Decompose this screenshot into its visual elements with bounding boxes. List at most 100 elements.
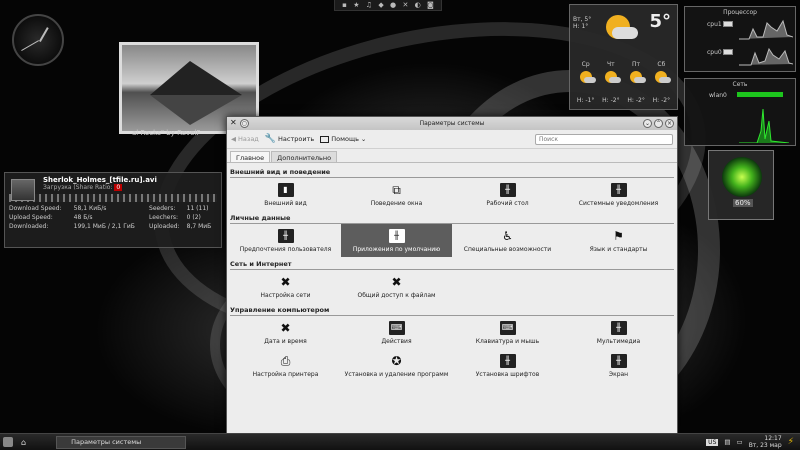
- wheelchair-icon: ♿: [502, 228, 513, 243]
- stat-value: 199,1 МиБ / 2,1 ГиБ: [73, 223, 135, 230]
- sliders-icon: ╫: [610, 182, 627, 197]
- settings-item-notifications[interactable]: ╫ Системные уведомления: [563, 178, 674, 211]
- help-label: Помощь: [331, 135, 359, 143]
- settings-item-multimedia[interactable]: ╫ Мультимедиа: [563, 316, 674, 349]
- settings-item-window-behavior[interactable]: ⧉ Поведение окна: [341, 178, 452, 211]
- settings-item-user-preferences[interactable]: ╫ Предпочтения пользователя: [230, 224, 341, 257]
- window-title: Параметры системы: [419, 120, 485, 127]
- top-panel[interactable]: ▪ ★ ♫ ◆ ● ✕ ◐ ◙: [334, 0, 442, 11]
- settings-item-install-software[interactable]: ✪ Установка и удаление программ: [341, 349, 452, 382]
- settings-item-printer[interactable]: ⎙ Настройка принтера: [230, 349, 341, 382]
- volume-knob[interactable]: [722, 157, 762, 197]
- torrent-status: Загрузка (Share Ratio: 0: [43, 184, 217, 191]
- stat-value: 8,7 МиБ: [186, 223, 212, 230]
- settings-item-label: Общий доступ к файлам: [357, 291, 436, 299]
- panel-icon[interactable]: ●: [390, 1, 396, 9]
- settings-item-label: Установка и удаление программ: [344, 370, 449, 378]
- tab-advanced[interactable]: Дополнительно: [271, 151, 338, 162]
- titlebar-left-buttons: ✕ ○: [230, 119, 249, 128]
- system-tray: US ▤ ▭ 12:17 Вт, 23 мар ⚡: [706, 435, 794, 449]
- forecast-days: Ср Чт Пт Сб: [573, 61, 674, 68]
- forecast-day: Сб: [657, 61, 666, 68]
- settings-item-desktop[interactable]: ╫ Рабочий стол: [452, 178, 563, 211]
- window-titlebar[interactable]: ✕ ○ Параметры системы ⌄ ⌃ ×: [227, 117, 677, 130]
- settings-item-label: Установка шрифтов: [475, 370, 540, 378]
- printer-icon: ⎙: [280, 353, 291, 368]
- close-button[interactable]: ×: [665, 119, 674, 128]
- keyboard-layout-indicator[interactable]: US: [706, 438, 719, 446]
- desktop-icon[interactable]: ⌂: [21, 438, 26, 447]
- sliders-icon: ╫: [610, 353, 627, 368]
- power-icon[interactable]: ⚡: [788, 437, 794, 447]
- stat-value: 0 (2): [186, 214, 201, 221]
- network-title: Сеть: [732, 81, 748, 88]
- stat-label: Seeders:: [149, 205, 176, 212]
- panel-icon[interactable]: ♫: [366, 1, 372, 9]
- partly-cloudy-icon: [604, 71, 621, 83]
- clock-date: Вт, 23 мар: [748, 442, 782, 449]
- settings-item-locale[interactable]: ⚑ Язык и стандарты: [563, 224, 674, 257]
- clock-hour-hand: [39, 27, 49, 42]
- settings-item-accessibility[interactable]: ♿ Специальные возможности: [452, 224, 563, 257]
- settings-item-keyboard-mouse[interactable]: ⌨ Клавиатура и мышь: [452, 316, 563, 349]
- taskbar-task[interactable]: Параметры системы: [56, 435, 187, 449]
- settings-item-network[interactable]: ✖ Настройка сети: [230, 270, 341, 303]
- panel-icon[interactable]: ◆: [378, 1, 383, 9]
- back-label: Назад: [238, 135, 259, 143]
- partly-cloudy-icon: [579, 71, 596, 83]
- section-grid: ✖ Настройка сети ✖ Общий доступ к файлам: [230, 270, 674, 303]
- window-menu-icon[interactable]: ○: [239, 119, 249, 128]
- settings-item-default-apps[interactable]: ╫ Приложения по умолчанию: [341, 224, 452, 257]
- volume-widget[interactable]: 60%: [708, 150, 774, 220]
- settings-item-file-sharing[interactable]: ✖ Общий доступ к файлам: [341, 270, 452, 303]
- settings-item-display[interactable]: ╫ Экран: [563, 349, 674, 382]
- star-icon: ✪: [391, 353, 402, 368]
- panel-icon[interactable]: ▪: [342, 1, 347, 9]
- cpu-graph: [739, 47, 793, 66]
- digital-clock[interactable]: 12:17 Вт, 23 мар: [749, 435, 782, 449]
- settings-item-fonts[interactable]: ╫ Установка шрифтов: [452, 349, 563, 382]
- settings-item-label: Мультимедиа: [596, 337, 641, 345]
- system-settings-window: ✕ ○ Параметры системы ⌄ ⌃ × ◀ Назад 🔧 На…: [226, 116, 678, 434]
- settings-item-actions[interactable]: ⌨ Действия: [341, 316, 452, 349]
- forecast-temp: H: -2°: [627, 97, 645, 104]
- panel-icon[interactable]: ✕: [402, 1, 408, 9]
- sliders-icon: ╫: [499, 353, 516, 368]
- clock-minute-hand: [21, 40, 39, 51]
- settings-item-label: Действия: [381, 337, 412, 345]
- panel-icon[interactable]: ★: [353, 1, 359, 9]
- start-menu-button[interactable]: [3, 437, 13, 447]
- partly-cloudy-icon: [630, 71, 647, 83]
- panel-icon[interactable]: ◐: [415, 1, 421, 9]
- settings-item-appearance[interactable]: ▮ Внешний вид: [230, 178, 341, 211]
- tab-general[interactable]: Главное: [230, 151, 271, 162]
- settings-item-label: Настройка сети: [260, 291, 311, 299]
- forecast-temp: H: -2°: [602, 97, 620, 104]
- configure-button[interactable]: 🔧 Настроить: [265, 134, 314, 144]
- panel-icon[interactable]: ◙: [427, 1, 434, 9]
- network-iface: wlan0: [709, 92, 727, 99]
- settings-item-label: Приложения по умолчанию: [352, 245, 441, 253]
- settings-item-label: Внешний вид: [264, 199, 307, 207]
- search-input[interactable]: [535, 133, 673, 145]
- settings-item-date-time[interactable]: ✖ Дата и время: [230, 316, 341, 349]
- settings-item-label: Дата и время: [264, 337, 307, 345]
- torrent-stat-row: Download Speed: 58,1 КиБ/s Seeders: 11 (…: [9, 204, 217, 213]
- photo-caption: al Rocks" by RevelF: [132, 129, 201, 137]
- help-button[interactable]: Помощь ⌄: [320, 135, 366, 143]
- clipboard-icon[interactable]: ▭: [737, 438, 743, 446]
- flag-icon: ⚑: [613, 228, 624, 243]
- back-button[interactable]: ◀ Назад: [231, 135, 259, 143]
- maximize-button[interactable]: ⌃: [654, 119, 663, 128]
- keyboard-icon: ⌨: [499, 320, 516, 335]
- chevron-down-icon: ⌄: [360, 135, 367, 143]
- weather-temp: 5°: [649, 11, 671, 32]
- stat-label: Leechers:: [149, 214, 179, 221]
- sliders-icon: ╫: [610, 320, 627, 335]
- volume-percent: 60%: [733, 199, 753, 207]
- photo-mountain: [150, 61, 242, 95]
- sliders-icon: ╫: [499, 182, 516, 197]
- network-icon[interactable]: ▤: [724, 438, 730, 446]
- tools-icon[interactable]: ✕: [230, 119, 237, 128]
- minimize-button[interactable]: ⌄: [643, 119, 652, 128]
